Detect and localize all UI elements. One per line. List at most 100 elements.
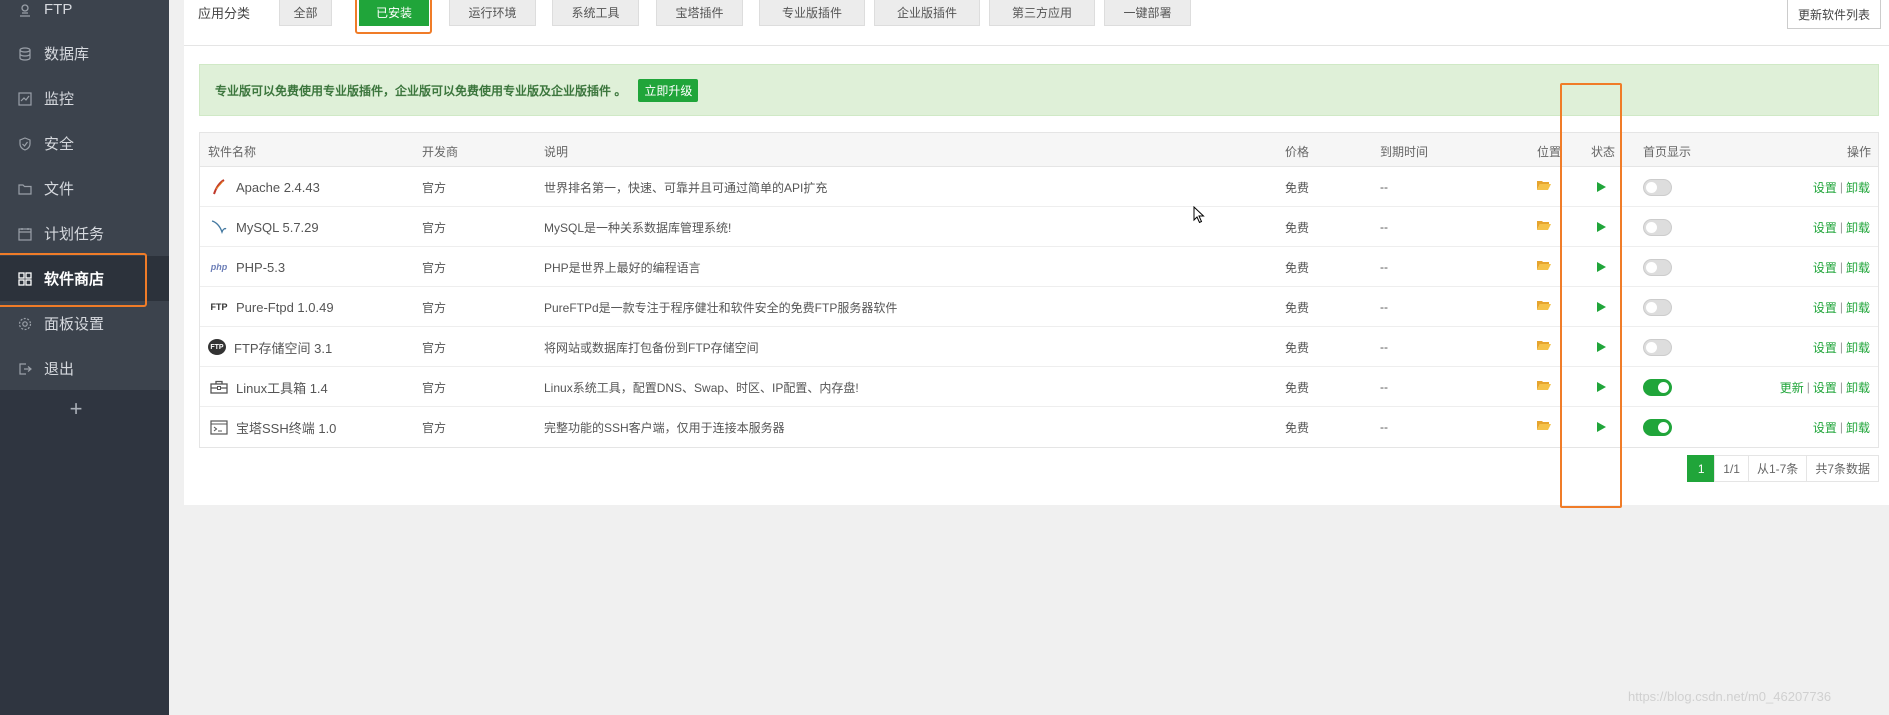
- home-display-toggle[interactable]: [1643, 218, 1672, 236]
- uninstall-link[interactable]: 卸载: [1846, 339, 1870, 356]
- col-description: 说明: [544, 145, 569, 159]
- home-display-toggle[interactable]: [1643, 298, 1672, 316]
- page-current[interactable]: 1: [1687, 455, 1716, 482]
- sidebar-item-files[interactable]: 文件: [0, 166, 169, 211]
- price: 免费: [1285, 260, 1310, 275]
- price: 免费: [1285, 380, 1310, 395]
- sidebar-item-logout[interactable]: 退出: [0, 346, 169, 391]
- annotation-highlight-box: [0, 253, 147, 307]
- tab-one-click-deploy[interactable]: 一键部署: [1104, 0, 1191, 26]
- expire-time: --: [1380, 420, 1388, 434]
- page-count: 1/1: [1714, 455, 1749, 482]
- col-expire: 到期时间: [1380, 145, 1429, 159]
- sidebar-item-database[interactable]: 数据库: [0, 31, 169, 76]
- home-display-toggle[interactable]: [1643, 418, 1672, 436]
- table-row: 宝塔SSH终端 1.0 官方 完整功能的SSH客户端，仅用于连接本服务器 免费 …: [200, 407, 1878, 447]
- home-display-toggle[interactable]: [1643, 338, 1672, 356]
- tab-runtime[interactable]: 运行环境: [449, 0, 536, 26]
- open-folder-icon[interactable]: [1537, 260, 1551, 274]
- uninstall-link[interactable]: 卸载: [1846, 179, 1870, 196]
- table-row: MySQL 5.7.29 官方 MySQL是一种关系数据库管理系统! 免费 --…: [200, 207, 1878, 247]
- gear-icon: [16, 315, 34, 333]
- php-logo-icon: php: [210, 262, 228, 272]
- apache-feather-icon: [208, 176, 230, 198]
- table-row: FTP FTP存储空间 3.1 官方 将网站或数据库打包备份到FTP存储空间 免…: [200, 327, 1878, 367]
- settings-link[interactable]: 设置: [1813, 339, 1837, 356]
- settings-link[interactable]: 设置: [1813, 299, 1837, 316]
- col-price: 价格: [1285, 145, 1310, 159]
- col-actions: 操作: [1847, 145, 1872, 159]
- settings-link[interactable]: 设置: [1813, 219, 1837, 236]
- sidebar-item-label: 监控: [44, 91, 75, 108]
- tab-third-party[interactable]: 第三方应用: [989, 0, 1095, 26]
- open-folder-icon[interactable]: [1537, 340, 1551, 354]
- expire-time: --: [1380, 380, 1388, 394]
- play-icon[interactable]: [1597, 262, 1606, 272]
- home-display-toggle[interactable]: [1643, 378, 1672, 396]
- add-icon[interactable]: +: [66, 398, 86, 420]
- tab-pro-plugins[interactable]: 专业版插件: [759, 0, 865, 26]
- price: 免费: [1285, 180, 1310, 195]
- update-link[interactable]: 更新: [1780, 379, 1804, 396]
- sidebar-item-cron[interactable]: 计划任务: [0, 211, 169, 256]
- installed-software-table: 软件名称 开发商 说明 价格 到期时间 位置 状态 首页显示 操作 Apache…: [199, 132, 1879, 448]
- open-folder-icon[interactable]: [1537, 220, 1551, 234]
- play-icon[interactable]: [1597, 422, 1606, 432]
- sidebar-item-security[interactable]: 安全: [0, 121, 169, 166]
- open-folder-icon[interactable]: [1537, 180, 1551, 194]
- vendor: 官方: [422, 260, 447, 275]
- uninstall-link[interactable]: 卸载: [1846, 259, 1870, 276]
- price: 免费: [1285, 420, 1310, 435]
- description: Linux系统工具，配置DNS、Swap、时区、IP配置、内存盘!: [544, 380, 859, 395]
- tab-system-tools[interactable]: 系统工具: [552, 0, 639, 26]
- vendor: 官方: [422, 300, 447, 315]
- settings-link[interactable]: 设置: [1813, 419, 1837, 436]
- col-status: 状态: [1591, 145, 1616, 159]
- play-icon[interactable]: [1597, 182, 1606, 192]
- play-icon[interactable]: [1597, 382, 1606, 392]
- sidebar-menu: FTP 数据库 监控 安全 文件 计划任务 软件商店 面板设置 退出: [0, 0, 169, 390]
- upgrade-now-button[interactable]: 立即升级: [638, 78, 699, 102]
- tab-enterprise-plugins[interactable]: 企业版插件: [874, 0, 980, 26]
- price: 免费: [1285, 340, 1310, 355]
- tab-bt-plugins[interactable]: 宝塔插件: [656, 0, 743, 26]
- home-display-toggle[interactable]: [1643, 178, 1672, 196]
- uninstall-link[interactable]: 卸载: [1846, 419, 1870, 436]
- expire-time: --: [1380, 260, 1388, 274]
- sidebar-item-panel-settings[interactable]: 面板设置: [0, 301, 169, 346]
- tab-all[interactable]: 全部: [279, 0, 332, 26]
- settings-link[interactable]: 设置: [1813, 179, 1837, 196]
- pagination: 1 1/1 从1-7条 共7条数据: [1687, 455, 1879, 482]
- sidebar: FTP 数据库 监控 安全 文件 计划任务 软件商店 面板设置 退出 +: [0, 0, 169, 715]
- notice-text: 专业版可以免费使用专业版插件，企业版可以免费使用专业版及企业版插件 。: [215, 83, 627, 98]
- update-software-list-button[interactable]: 更新软件列表: [1787, 0, 1881, 29]
- software-name: Linux工具箱 1.4: [236, 380, 328, 396]
- software-name: Apache 2.4.43: [236, 179, 320, 195]
- software-name: Pure-Ftpd 1.0.49: [236, 299, 334, 315]
- play-icon[interactable]: [1597, 342, 1606, 352]
- settings-link[interactable]: 设置: [1813, 379, 1837, 396]
- open-folder-icon[interactable]: [1537, 420, 1551, 434]
- home-display-toggle[interactable]: [1643, 258, 1672, 276]
- open-folder-icon[interactable]: [1537, 380, 1551, 394]
- uninstall-link[interactable]: 卸载: [1846, 299, 1870, 316]
- open-folder-icon[interactable]: [1537, 300, 1551, 314]
- col-vendor: 开发商: [422, 145, 459, 159]
- play-icon[interactable]: [1597, 302, 1606, 312]
- play-icon[interactable]: [1597, 222, 1606, 232]
- database-icon: [16, 45, 34, 63]
- sidebar-item-ftp[interactable]: FTP: [0, 0, 169, 32]
- table-header: 软件名称 开发商 说明 价格 到期时间 位置 状态 首页显示 操作: [200, 133, 1878, 167]
- settings-link[interactable]: 设置: [1813, 259, 1837, 276]
- col-location: 位置: [1537, 145, 1562, 159]
- page-total: 共7条数据: [1806, 455, 1879, 482]
- upgrade-notice: 专业版可以免费使用专业版插件，企业版可以免费使用专业版及企业版插件 。 立即升级: [199, 64, 1879, 116]
- expire-time: --: [1380, 220, 1388, 234]
- mouse-cursor-icon: [1193, 205, 1205, 227]
- sidebar-item-label: 面板设置: [44, 316, 105, 333]
- uninstall-link[interactable]: 卸载: [1846, 219, 1870, 236]
- software-name: PHP-5.3: [236, 259, 286, 275]
- uninstall-link[interactable]: 卸载: [1846, 379, 1870, 396]
- software-name: 宝塔SSH终端 1.0: [236, 420, 337, 436]
- sidebar-item-monitor[interactable]: 监控: [0, 76, 169, 121]
